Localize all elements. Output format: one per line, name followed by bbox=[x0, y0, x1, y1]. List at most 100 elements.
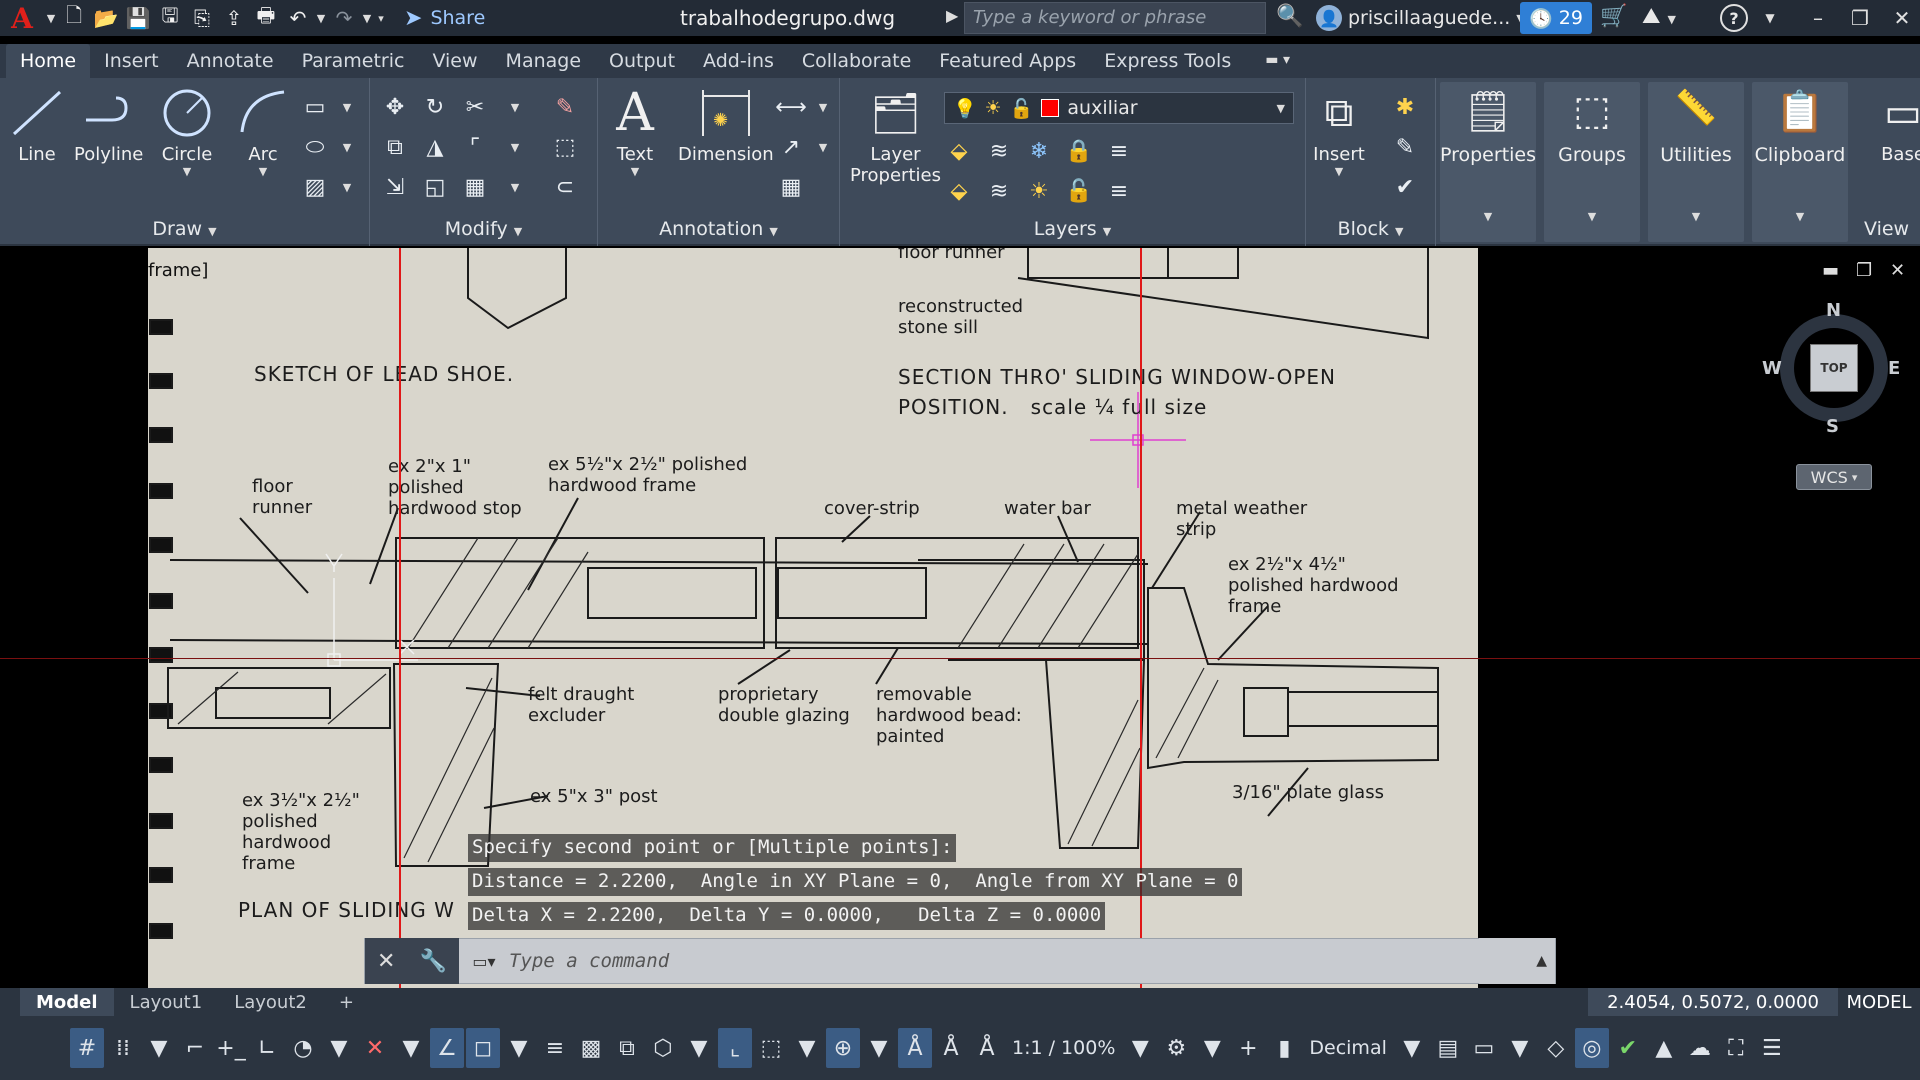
lock-ui-icon[interactable]: ▭ bbox=[1467, 1028, 1501, 1068]
tab-collaborate[interactable]: Collaborate bbox=[788, 44, 925, 78]
annotation-monitor-icon[interactable]: + bbox=[1231, 1028, 1265, 1068]
layer-unlock-icon[interactable]: 🔓 bbox=[1064, 176, 1094, 206]
leader-icon[interactable]: ↗ bbox=[776, 132, 806, 162]
app-menu-button[interactable]: A bbox=[0, 0, 44, 36]
mirror-icon[interactable]: ◮ bbox=[420, 132, 450, 162]
undo-icon[interactable]: ↶ bbox=[282, 2, 314, 34]
dynamic-input-icon[interactable]: +_ bbox=[214, 1028, 248, 1068]
search-input[interactable]: Type a keyword or phrase bbox=[964, 2, 1266, 34]
command-recent-icon[interactable]: ▭▾ bbox=[459, 952, 509, 971]
ribbon-minimize-icon[interactable]: ▬ ▾ bbox=[1265, 52, 1290, 68]
layer-change-icon[interactable]: ≋ bbox=[984, 176, 1014, 206]
user-account-button[interactable]: 👤 priscillaaguede... ▼ bbox=[1316, 0, 1525, 36]
clipboard-button[interactable]: 📋 Clipboard ▼ bbox=[1752, 82, 1848, 242]
polar-icon[interactable]: ◔ bbox=[286, 1028, 320, 1068]
dynamic-ucs-icon[interactable]: ⌞ bbox=[718, 1028, 752, 1068]
explode-icon[interactable]: ⬚ bbox=[550, 132, 580, 162]
utilities-button[interactable]: 📏 Utilities ▼ bbox=[1648, 82, 1744, 242]
scale-icon[interactable]: ◱ bbox=[420, 172, 450, 202]
close-icon[interactable]: ✕ bbox=[1884, 2, 1920, 34]
redo-icon[interactable]: ↷ bbox=[328, 2, 360, 34]
tab-featured-apps[interactable]: Featured Apps bbox=[925, 44, 1090, 78]
stretch-icon[interactable]: ⇲ bbox=[380, 172, 410, 202]
gradient-caret-icon[interactable]: ▼ bbox=[332, 172, 362, 202]
fillet-icon[interactable]: ⌜ bbox=[460, 132, 490, 162]
hatch-icon[interactable]: ⬭ bbox=[300, 132, 330, 162]
viewcube-top-face[interactable]: TOP bbox=[1810, 344, 1858, 392]
trim-caret-icon[interactable]: ▼ bbox=[500, 92, 530, 122]
block-panel-title[interactable]: Block ▼ bbox=[1306, 218, 1435, 240]
edit-block-icon[interactable]: ✎ bbox=[1390, 132, 1420, 162]
save-as-icon[interactable]: 🖫 bbox=[154, 2, 186, 34]
viewcube-east[interactable]: E bbox=[1888, 358, 1900, 379]
annotation-visibility-icon[interactable]: Å bbox=[898, 1028, 932, 1068]
auto-scale-icon[interactable]: Å bbox=[934, 1028, 968, 1068]
command-history-icon[interactable]: ▲ bbox=[1479, 938, 1555, 984]
fillet-caret-icon[interactable]: ▼ bbox=[500, 132, 530, 162]
hardware-acceleration-icon[interactable]: ◎ bbox=[1574, 1028, 1609, 1068]
linear-dim-icon[interactable]: ⟷ bbox=[775, 92, 807, 122]
red-construction-line-horizontal[interactable] bbox=[0, 658, 1920, 659]
save-icon[interactable]: 💾 bbox=[122, 2, 154, 34]
quick-properties-icon[interactable]: ▤ bbox=[1431, 1028, 1465, 1068]
fullscreen-icon[interactable]: ⛶ bbox=[1719, 1028, 1753, 1068]
create-block-icon[interactable]: ✱ bbox=[1390, 92, 1420, 122]
minimize-icon[interactable]: – bbox=[1800, 2, 1836, 34]
plot-icon[interactable]: 🖶 bbox=[250, 2, 282, 34]
viewcube-west[interactable]: W bbox=[1762, 358, 1782, 379]
command-close-icon[interactable]: ✕ bbox=[377, 949, 395, 974]
lock-ui-caret-icon[interactable]: ▼ bbox=[1503, 1028, 1537, 1068]
units-caret-icon[interactable]: ▼ bbox=[1395, 1028, 1429, 1068]
notifications-button[interactable]: 🕓 29 bbox=[1520, 2, 1592, 34]
help-icon[interactable]: ? bbox=[1720, 4, 1748, 32]
layer-lock-tool-icon[interactable]: 🔒 bbox=[1064, 136, 1094, 166]
lineweight-icon[interactable]: ≡ bbox=[538, 1028, 572, 1068]
block-attributes-icon[interactable]: ✔ bbox=[1390, 172, 1420, 202]
tab-annotate[interactable]: Annotate bbox=[173, 44, 288, 78]
units-icon[interactable]: ▮ bbox=[1267, 1028, 1301, 1068]
selection-filter-caret-icon[interactable]: ▼ bbox=[790, 1028, 824, 1068]
app-menu-caret-icon[interactable]: ▼ bbox=[44, 12, 58, 25]
draw-more-caret-icon[interactable]: ▼ bbox=[332, 92, 362, 122]
gizmo-icon[interactable]: ⊕ bbox=[826, 1028, 860, 1068]
command-input[interactable]: Type a command bbox=[509, 950, 1479, 972]
export-icon[interactable]: ⎘ bbox=[186, 2, 218, 34]
rectangle-icon[interactable]: ▭ bbox=[300, 92, 330, 122]
help-caret-icon[interactable]: ▼ bbox=[1752, 2, 1788, 34]
groups-button[interactable]: ⬚ Groups ▼ bbox=[1544, 82, 1640, 242]
gradient-icon[interactable]: ▨ bbox=[300, 172, 330, 202]
selection-filter-icon[interactable]: ⬚ bbox=[754, 1028, 788, 1068]
viewcube[interactable]: TOP N S E W bbox=[1762, 300, 1900, 437]
cursor-coordinates[interactable]: 2.4054, 0.5072, 0.0000 bbox=[1588, 988, 1838, 1016]
viewport-close-icon[interactable]: ✕ bbox=[1890, 260, 1905, 281]
object-snap-icon[interactable]: ◻ bbox=[466, 1028, 500, 1068]
copy-icon[interactable]: ⧉ bbox=[380, 132, 410, 162]
isolate-objects-icon[interactable]: ◇ bbox=[1539, 1028, 1573, 1068]
ucs-menu[interactable]: WCS ▾ bbox=[1796, 464, 1872, 490]
search-icon[interactable]: 🔍 bbox=[1276, 4, 1303, 29]
line-tool[interactable]: Line bbox=[10, 86, 64, 165]
rotate-icon[interactable]: ↻ bbox=[420, 92, 450, 122]
view-panel-title[interactable]: View bbox=[1856, 218, 1920, 240]
snap-icon[interactable]: ⁞⁞ bbox=[106, 1028, 140, 1068]
table-icon[interactable]: ▦ bbox=[776, 172, 806, 202]
transparency-icon[interactable]: ▩ bbox=[574, 1028, 608, 1068]
layer-thaw-icon[interactable]: ☀ bbox=[1024, 176, 1054, 206]
customization-menu-icon[interactable]: ☰ bbox=[1755, 1028, 1789, 1068]
move-icon[interactable]: ✥ bbox=[380, 92, 410, 122]
draw-panel-title[interactable]: Draw ▼ bbox=[0, 218, 369, 240]
customize-qa-icon[interactable]: ▾ bbox=[374, 12, 388, 25]
ortho-icon[interactable]: ∟ bbox=[250, 1028, 284, 1068]
object-snap-tracking-icon[interactable]: ∠ bbox=[430, 1028, 464, 1068]
properties-button[interactable]: 🗒 Properties ▼ bbox=[1440, 82, 1536, 242]
layer-dropdown[interactable]: 💡 ☀ 🔓 auxiliar ▼ bbox=[944, 92, 1294, 124]
share-button[interactable]: ➤ Share bbox=[404, 6, 485, 31]
tab-manage[interactable]: Manage bbox=[492, 44, 595, 78]
model-space-toggle[interactable]: MODEL bbox=[1838, 988, 1920, 1016]
polar-caret-icon[interactable]: ▼ bbox=[322, 1028, 356, 1068]
modify-panel-title[interactable]: Modify ▼ bbox=[370, 218, 597, 240]
units-value[interactable]: Decimal bbox=[1303, 1028, 1392, 1068]
leader-caret-icon[interactable]: ▼ bbox=[808, 132, 838, 162]
graphics-performance-icon[interactable]: ▲ bbox=[1647, 1028, 1681, 1068]
tab-output[interactable]: Output bbox=[595, 44, 689, 78]
